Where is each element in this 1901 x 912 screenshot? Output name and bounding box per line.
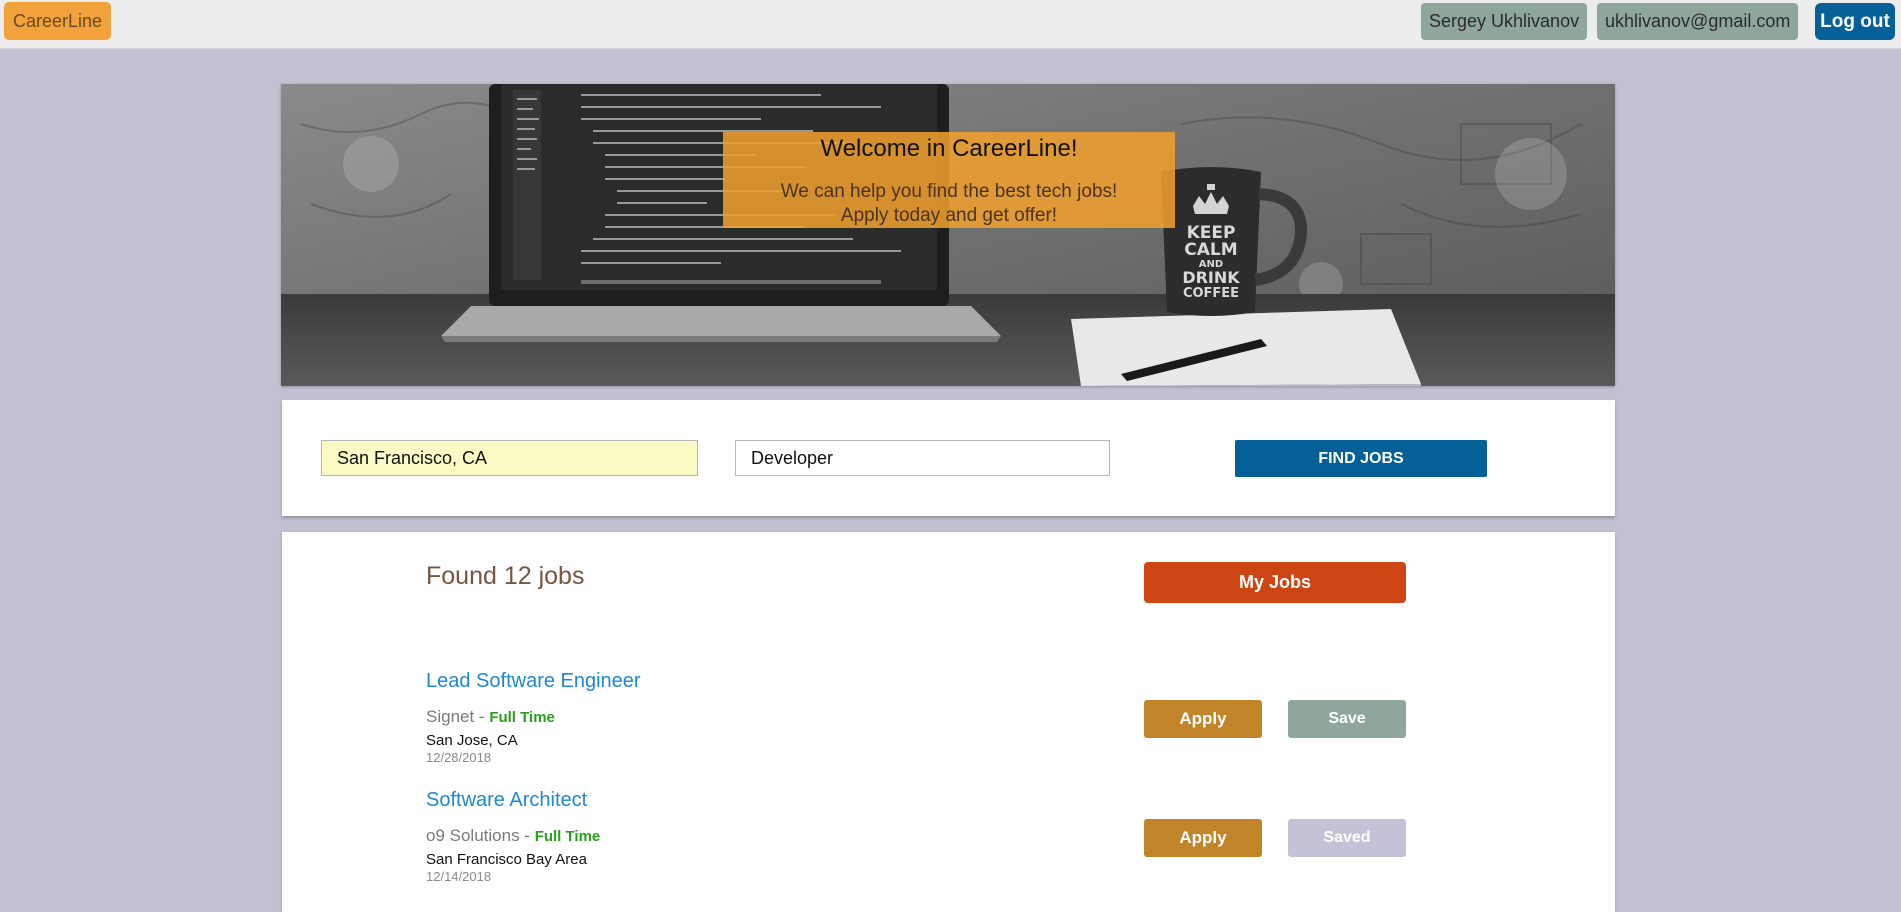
find-jobs-button[interactable]: FIND JOBS [1235,440,1487,477]
user-name-chip: Sergey Ukhlivanov [1421,3,1588,40]
saved-button[interactable]: Saved [1288,819,1406,857]
welcome-line-2: Apply today and get offer! [840,205,1058,226]
job-company: o9 Solutions [426,826,520,845]
job-list-item: Lead Software Engineer Signet - Full Tim… [282,670,1615,780]
hero-background-image: KEEP CALM AND DRINK COFFEE [281,84,1615,386]
apply-button[interactable]: Apply [1144,700,1262,738]
keyword-input[interactable] [735,440,1110,476]
brand-logo[interactable]: CareerLine [4,2,112,40]
mug-text-coffee: COFFEE [1183,286,1239,301]
job-company-line: o9 Solutions - Full Time [426,826,600,846]
location-input[interactable] [321,440,698,476]
job-type: Full Time [489,709,555,726]
job-separator: - [519,826,535,845]
job-location: San Francisco Bay Area [426,851,587,868]
welcome-title: Welcome in CareerLine! [820,135,1078,162]
job-title-link[interactable]: Lead Software Engineer [426,670,641,693]
welcome-line-1: We can help you find the best tech jobs! [780,181,1118,202]
welcome-overlay: Welcome in CareerLine! We can help you f… [723,132,1175,228]
job-date: 12/14/2018 [426,869,492,884]
my-jobs-button[interactable]: My Jobs [1144,562,1406,603]
job-company: Signet [426,707,475,726]
search-panel: FIND JOBS [282,400,1615,516]
job-company-line: Signet - Full Time [426,707,555,727]
user-email-chip: ukhlivanov@gmail.com [1597,3,1799,40]
job-separator: - [474,707,490,726]
job-date: 12/28/2018 [426,750,492,765]
job-title-link[interactable]: Software Architect [426,789,587,812]
top-bar: CareerLine Sergey Ukhlivanov ukhlivanov@… [0,0,1901,49]
results-panel: Found 12 jobs My Jobs Lead Software Engi… [282,532,1615,912]
apply-button[interactable]: Apply [1144,819,1262,857]
mug-text-calm: CALM [1184,240,1237,260]
job-type: Full Time [534,828,601,845]
found-jobs-count: Found 12 jobs [426,562,585,590]
job-location: San Jose, CA [426,732,518,749]
logout-button[interactable]: Log out [1815,3,1895,40]
job-list-item: Software Architect o9 Solutions - Full T… [282,789,1615,899]
hero-banner: KEEP CALM AND DRINK COFFEE Welcome in Ca… [281,84,1615,386]
save-button[interactable]: Save [1288,700,1406,738]
mug-text-drink: DRINK [1182,268,1240,287]
